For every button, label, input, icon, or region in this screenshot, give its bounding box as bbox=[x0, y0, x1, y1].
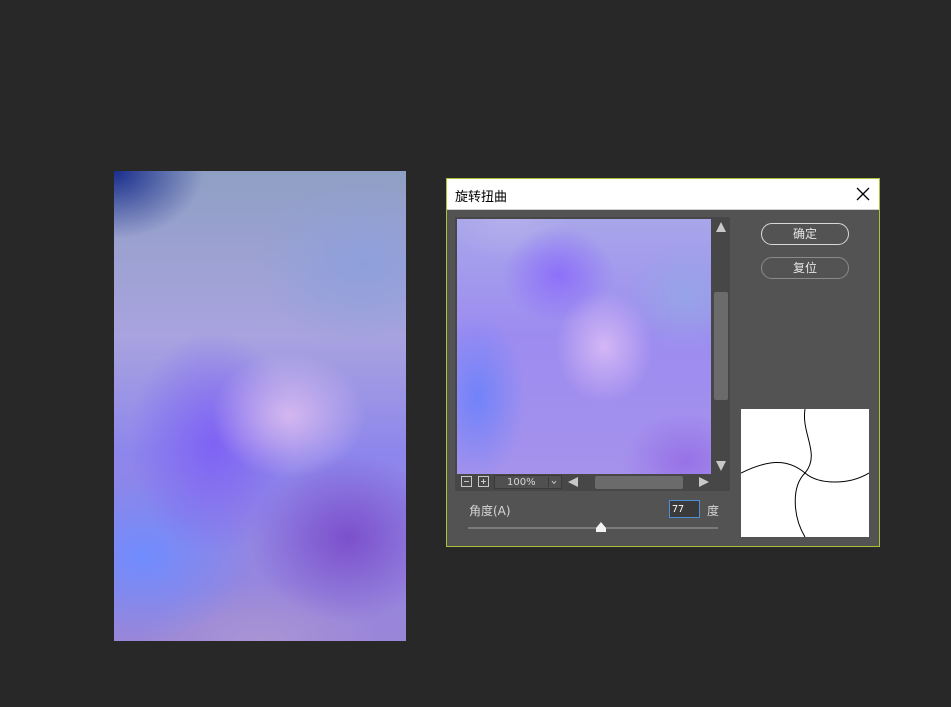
zoom-out-button[interactable] bbox=[461, 476, 472, 487]
angle-label: 角度(A) bbox=[469, 504, 511, 518]
document-canvas-image[interactable] bbox=[114, 171, 406, 641]
twirl-grid-preview bbox=[741, 409, 869, 537]
filter-preview-panel: 100% bbox=[455, 217, 730, 491]
chevron-down-icon bbox=[548, 477, 557, 487]
arrow-left-icon[interactable] bbox=[567, 476, 579, 488]
preview-controls-bar: 100% bbox=[455, 474, 730, 491]
arrow-right-icon[interactable] bbox=[698, 476, 710, 488]
dialog-titlebar[interactable]: 旋转扭曲 bbox=[447, 179, 879, 210]
angle-input[interactable] bbox=[669, 500, 700, 518]
zoom-level-select[interactable]: 100% bbox=[494, 475, 562, 489]
vertical-scroll-thumb[interactable] bbox=[714, 292, 728, 400]
close-icon bbox=[856, 187, 870, 201]
filter-preview-image[interactable] bbox=[457, 219, 711, 474]
horizontal-scroll-thumb[interactable] bbox=[595, 476, 683, 489]
zoom-in-button[interactable] bbox=[478, 476, 489, 487]
arrow-down-icon[interactable] bbox=[715, 460, 727, 472]
dialog-title: 旋转扭曲 bbox=[455, 190, 508, 205]
preview-vertical-scrollbar[interactable] bbox=[712, 217, 730, 474]
zoom-level-value: 100% bbox=[507, 477, 536, 488]
reset-button[interactable]: 复位 bbox=[761, 257, 849, 279]
twirl-dialog: 旋转扭曲 100% 角度(A) 77 度 确定 复位 bbox=[446, 178, 880, 547]
angle-unit-label: 度 bbox=[707, 504, 720, 518]
angle-slider-track[interactable] bbox=[468, 527, 718, 529]
arrow-up-icon[interactable] bbox=[715, 221, 727, 233]
ok-button[interactable]: 确定 bbox=[761, 223, 849, 245]
close-button[interactable] bbox=[851, 182, 875, 206]
triangle-slider-icon[interactable] bbox=[596, 522, 606, 532]
